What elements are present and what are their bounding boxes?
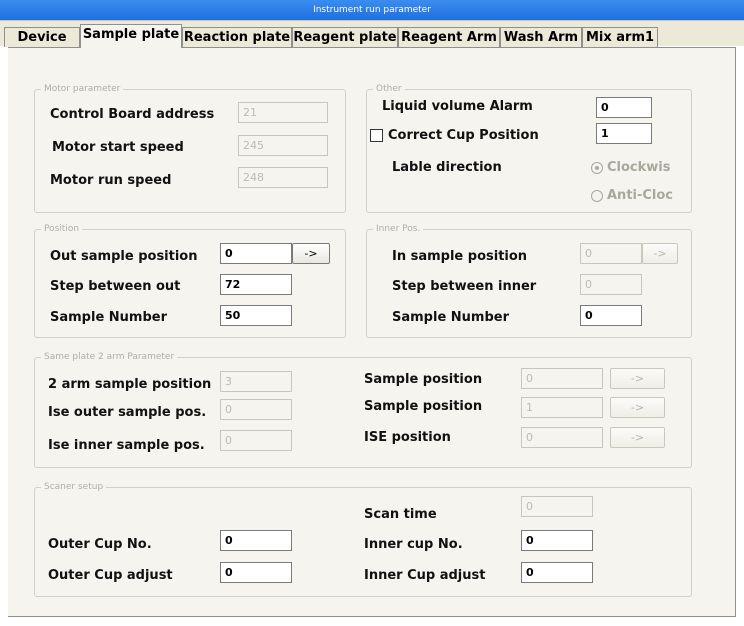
radio-selected-dot: [595, 166, 599, 170]
ise-inner-sample-pos-field: 0: [220, 430, 292, 451]
ise-inner-sample-pos-label: Ise inner sample pos.: [48, 438, 205, 453]
sample-position-2-label: Sample position: [364, 399, 483, 414]
correct-cup-position-input[interactable]: 1: [596, 123, 652, 144]
in-sample-position-arrow-button: ->: [642, 243, 678, 264]
ise-position-label: ISE position: [364, 430, 451, 445]
outer-cup-adjust-label: Outer Cup adjust: [48, 568, 173, 583]
liquid-volume-alarm-label: Liquid volume Alarm: [382, 99, 533, 114]
out-sample-position-arrow-button[interactable]: ->: [292, 243, 330, 264]
correct-cup-position-label: Correct Cup Position: [388, 128, 539, 143]
ise-outer-sample-pos-label: Ise outer sample pos.: [48, 405, 207, 420]
scan-time-field: 0: [521, 496, 593, 517]
motor-parameter-legend: Motor parameter: [41, 82, 124, 96]
outer-cup-no-input[interactable]: 0: [220, 530, 292, 551]
sample-number-label: Sample Number: [50, 310, 167, 325]
lable-direction-label: Lable direction: [392, 160, 502, 175]
sample-position-2-arrow-button: ->: [610, 397, 665, 418]
tab-reagent-arm[interactable]: Reagent Arm: [398, 27, 500, 47]
ise-position-arrow-button: ->: [610, 427, 665, 448]
scan-time-label: Scan time: [364, 507, 437, 522]
sample-position-1-label: Sample position: [364, 372, 483, 387]
anticlockwise-label: Anti-Cloc: [607, 188, 674, 203]
step-between-out-label: Step between out: [50, 279, 181, 294]
step-between-inner-field: 0: [580, 274, 642, 295]
sample-position-2-field: 1: [521, 397, 603, 418]
motor-start-speed-field: 245: [238, 135, 328, 156]
motor-run-speed-field: 248: [238, 167, 328, 188]
ise-position-field: 0: [521, 427, 603, 448]
clockwise-label: Clockwis: [607, 160, 671, 175]
scanner-setup-legend: Scaner setup: [41, 480, 107, 494]
step-between-out-input[interactable]: 72: [220, 274, 292, 295]
inner-pos-legend: Inner Pos.: [373, 222, 424, 236]
sample-position-1-arrow-button: ->: [610, 368, 665, 389]
ise-outer-sample-pos-field: 0: [220, 399, 292, 420]
tab-reagent-plate[interactable]: Reagent plate: [292, 27, 398, 47]
inner-cup-adjust-input[interactable]: 0: [521, 562, 593, 583]
position-legend: Position: [41, 222, 83, 236]
in-sample-position-label: In sample position: [392, 249, 528, 264]
inner-cup-no-label: Inner cup No.: [364, 537, 463, 552]
out-sample-position-label: Out sample position: [50, 249, 198, 264]
two-arm-sample-position-field: 3: [220, 371, 292, 392]
correct-cup-position-checkbox[interactable]: [370, 129, 383, 142]
inner-cup-adjust-label: Inner Cup adjust: [364, 568, 486, 583]
control-board-address-label: Control Board address: [50, 107, 215, 122]
tab-mix-arm1[interactable]: Mix arm1: [582, 27, 658, 47]
inner-sample-number-input[interactable]: 0: [580, 305, 642, 326]
tab-wash-arm[interactable]: Wash Arm: [500, 27, 582, 47]
motor-start-speed-label: Motor start speed: [52, 140, 184, 155]
clockwise-radio[interactable]: [591, 162, 603, 174]
motor-run-speed-label: Motor run speed: [50, 173, 172, 188]
inner-sample-number-label: Sample Number: [392, 310, 509, 325]
two-arm-parameter-legend: Same plate 2 arm Parameter: [41, 350, 178, 364]
anticlockwise-radio[interactable]: [591, 190, 603, 202]
liquid-volume-alarm-input[interactable]: 0: [596, 97, 652, 118]
step-between-inner-label: Step between inner: [392, 279, 537, 294]
sample-number-input[interactable]: 50: [220, 305, 292, 326]
in-sample-position-field: 0: [580, 243, 642, 264]
other-legend: Other: [373, 82, 405, 96]
inner-cup-no-input[interactable]: 0: [521, 530, 593, 551]
outer-cup-no-label: Outer Cup No.: [48, 537, 152, 552]
two-arm-sample-position-label: 2 arm sample position: [48, 377, 212, 392]
window-title: Instrument run parameter: [0, 0, 744, 20]
control-board-address-field: 21: [238, 102, 328, 123]
outer-cup-adjust-input[interactable]: 0: [220, 562, 292, 583]
sample-position-1-field: 0: [521, 368, 603, 389]
tab-device[interactable]: Device: [4, 27, 80, 47]
tab-reaction-plate[interactable]: Reaction plate: [182, 27, 292, 47]
tab-sample-plate[interactable]: Sample plate: [80, 24, 182, 48]
out-sample-position-input[interactable]: 0: [220, 243, 292, 264]
